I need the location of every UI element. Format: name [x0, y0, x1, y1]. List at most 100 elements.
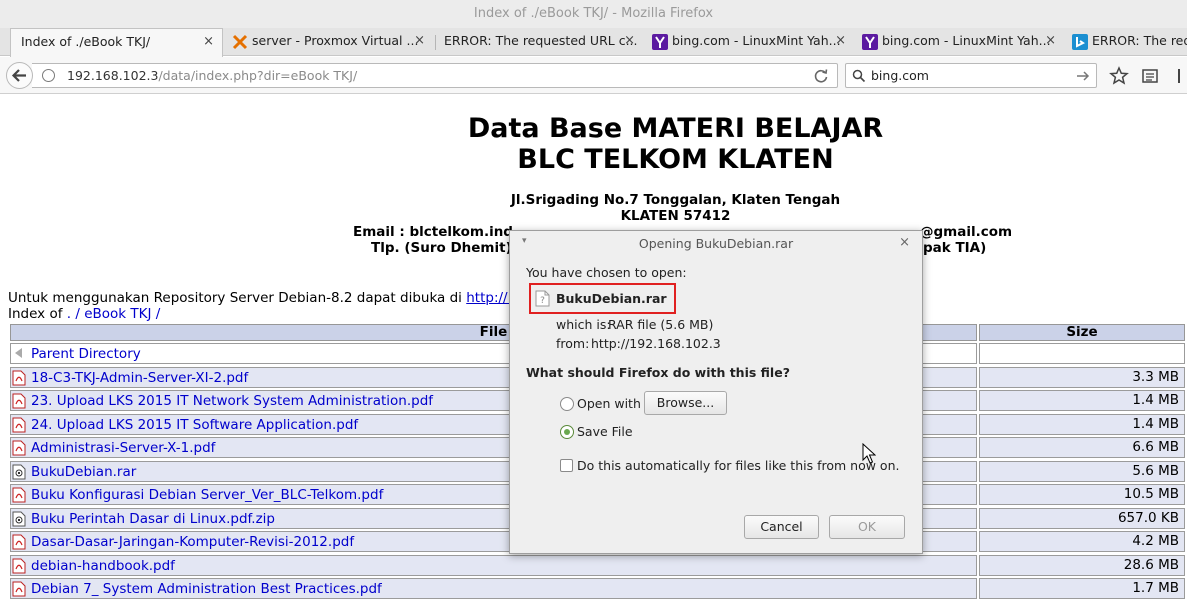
- auto-action-label[interactable]: Do this automatically for files like thi…: [577, 458, 899, 473]
- auto-action-checkbox[interactable]: [560, 459, 573, 472]
- search-input[interactable]: bing.com: [871, 68, 929, 83]
- breadcrumb-dir-link[interactable]: eBook TKJ /: [84, 306, 160, 322]
- pdf-icon: [12, 440, 26, 456]
- which-is-value: RAR file (5.6 MB): [608, 317, 714, 332]
- tab-strip: Index of ./eBook TKJ/ × server - Proxmox…: [0, 28, 1187, 57]
- overflow-menu-icon[interactable]: [1175, 66, 1187, 86]
- pdf-icon: [12, 558, 26, 574]
- tab-label: ERROR: The reque: [1092, 33, 1187, 48]
- unknown-file-icon: ?: [535, 290, 550, 307]
- file-size: 28.6 MB: [979, 555, 1185, 576]
- breadcrumb: Index of . / eBook TKJ /: [8, 306, 161, 322]
- file-size: 3.3 MB: [979, 367, 1185, 388]
- file-size: 4.2 MB: [979, 531, 1185, 552]
- phone-text-right: pak TIA): [923, 240, 987, 256]
- file-size: 10.5 MB: [979, 484, 1185, 505]
- chosen-label: You have chosen to open:: [526, 265, 687, 280]
- repository-intro: Untuk menggunakan Repository Server Debi…: [8, 290, 534, 306]
- back-button[interactable]: [6, 62, 33, 89]
- file-link[interactable]: debian-handbook.pdf: [31, 558, 175, 574]
- bookmark-star-icon[interactable]: [1109, 66, 1129, 86]
- pdf-icon: [12, 417, 26, 433]
- tab-bing-2[interactable]: bing.com - LinuxMint Yah... ×: [858, 28, 1064, 56]
- file-size: 1.7 MB: [979, 578, 1185, 599]
- search-bar[interactable]: bing.com: [845, 63, 1097, 88]
- file-link[interactable]: Debian 7_ System Administration Best Pra…: [31, 581, 382, 597]
- proxmox-icon: [232, 34, 248, 50]
- tab-index-ebook[interactable]: Index of ./eBook TKJ/ ×: [10, 28, 223, 57]
- open-with-label[interactable]: Open with: [577, 396, 641, 411]
- file-size: 657.0 KB: [979, 508, 1185, 529]
- navigation-bar: 192.168.102.3/data/index.php?dir=eBook T…: [0, 57, 1187, 94]
- which-is-label: which is:: [556, 317, 611, 332]
- table-row: Debian 7_ System Administration Best Pra…: [10, 578, 977, 599]
- page-heading-line2: BLC TELKOM KLATEN: [517, 144, 834, 175]
- file-link[interactable]: Administrasi-Server-X-1.pdf: [31, 440, 215, 456]
- back-icon: [15, 348, 22, 358]
- tab-close-icon[interactable]: ×: [624, 28, 635, 54]
- yahoo-icon: [652, 34, 668, 50]
- reload-icon[interactable]: [813, 67, 829, 85]
- search-go-icon[interactable]: [1076, 69, 1090, 83]
- address-line1: Jl.Srigading No.7 Tonggalan, Klaten Teng…: [510, 192, 841, 208]
- tab-proxmox[interactable]: server - Proxmox Virtual ... ×: [228, 28, 433, 56]
- file-link[interactable]: Buku Konfigurasi Debian Server_Ver_BLC-T…: [31, 487, 383, 503]
- file-link[interactable]: Dasar-Dasar-Jaringan-Komputer-Revisi-201…: [31, 534, 354, 550]
- tab-label: ERROR: The requested URL c...: [444, 33, 638, 48]
- tab-close-icon[interactable]: ×: [835, 28, 846, 54]
- info-icon[interactable]: [42, 69, 55, 82]
- page-heading-line1: Data Base MATERI BELAJAR: [467, 113, 884, 144]
- save-file-radio[interactable]: [560, 425, 574, 439]
- back-arrow-icon: [11, 69, 26, 82]
- tab-close-icon[interactable]: ×: [1045, 28, 1056, 54]
- tab-close-icon[interactable]: ×: [203, 29, 214, 55]
- bing-icon: [1072, 34, 1088, 50]
- save-file-label[interactable]: Save File: [577, 424, 633, 439]
- tab-label: server - Proxmox Virtual ...: [252, 33, 419, 48]
- file-size: [979, 343, 1185, 364]
- url-bar[interactable]: 192.168.102.3/data/index.php?dir=eBook T…: [32, 63, 838, 88]
- tab-error-url[interactable]: ERROR: The requested URL c... ×: [436, 28, 643, 56]
- dialog-close-icon[interactable]: ×: [899, 235, 910, 250]
- tab-error-2[interactable]: ERROR: The reque: [1068, 28, 1187, 56]
- email-text-right: @gmail.com: [920, 224, 1013, 240]
- phone-text-left: Tlp. (Suro Dhemit): [371, 240, 512, 256]
- file-link[interactable]: Buku Perintah Dasar di Linux.pdf.zip: [31, 511, 275, 527]
- ok-button[interactable]: OK: [829, 515, 905, 539]
- archive-icon: [12, 511, 26, 527]
- file-link[interactable]: BukuDebian.rar: [31, 464, 136, 480]
- file-link[interactable]: 24. Upload LKS 2015 IT Software Applicat…: [31, 417, 358, 433]
- from-value: http://192.168.102.3: [591, 336, 721, 351]
- file-size: 5.6 MB: [979, 461, 1185, 482]
- pdf-icon: [12, 393, 26, 409]
- browse-button[interactable]: Browse...: [644, 391, 727, 415]
- tab-label: Index of ./eBook TKJ/: [21, 34, 151, 49]
- file-link[interactable]: 23. Upload LKS 2015 IT Network System Ad…: [31, 393, 433, 409]
- dialog-question: What should Firefox do with this file?: [526, 365, 790, 380]
- column-header-size[interactable]: Size: [979, 324, 1185, 341]
- window-title: Index of ./eBook TKJ/ - Mozilla Firefox: [0, 0, 1187, 28]
- file-size: 1.4 MB: [979, 414, 1185, 435]
- from-label: from:: [556, 336, 590, 351]
- reading-list-icon[interactable]: [1140, 66, 1160, 86]
- cancel-button[interactable]: Cancel: [744, 515, 819, 539]
- file-link[interactable]: Parent Directory: [31, 346, 141, 362]
- tab-bing-1[interactable]: bing.com - LinuxMint Yah... ×: [648, 28, 854, 56]
- breadcrumb-root-link[interactable]: . /: [67, 306, 80, 322]
- svg-text:?: ?: [540, 296, 545, 306]
- email-text-left: Email : blctelkom.ind: [353, 224, 513, 240]
- table-row: debian-handbook.pdf: [10, 555, 977, 576]
- file-size: 1.4 MB: [979, 390, 1185, 411]
- tab-close-icon[interactable]: ×: [414, 28, 425, 54]
- mouse-cursor-icon: [862, 443, 876, 464]
- file-link[interactable]: 18-C3-TKJ-Admin-Server-XI-2.pdf: [31, 370, 248, 386]
- tab-label: bing.com - LinuxMint Yah...: [882, 33, 1051, 48]
- dialog-title: Opening BukuDebian.rar: [638, 236, 794, 251]
- open-with-radio[interactable]: [560, 397, 574, 411]
- url-text[interactable]: 192.168.102.3/data/index.php?dir=eBook T…: [67, 68, 357, 83]
- archive-icon: [12, 464, 26, 480]
- address-line2: KLATEN 57412: [620, 208, 731, 224]
- pdf-icon: [12, 581, 26, 597]
- dialog-menu-icon[interactable]: ▾: [522, 236, 527, 246]
- tab-label: bing.com - LinuxMint Yah...: [672, 33, 841, 48]
